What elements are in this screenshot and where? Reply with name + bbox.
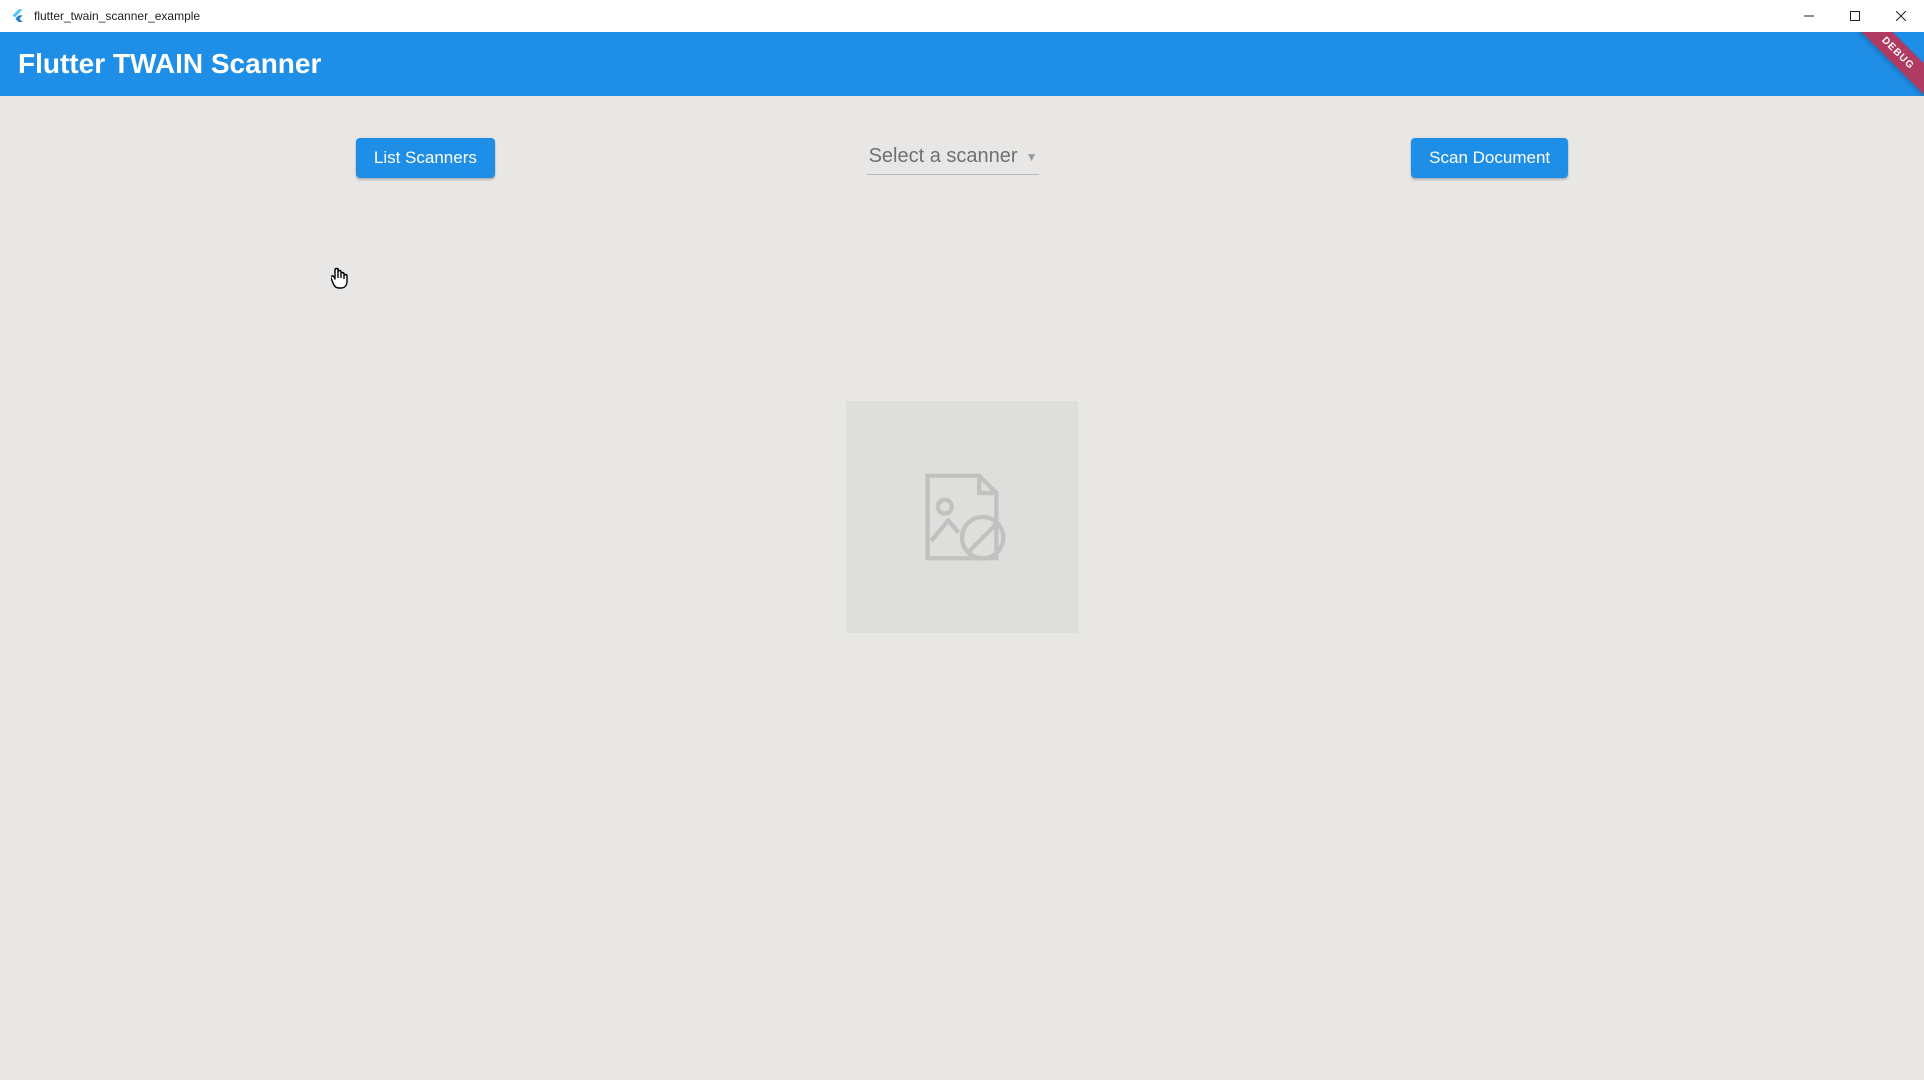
- scanner-dropdown[interactable]: Select a scanner ▼: [867, 141, 1040, 175]
- close-button[interactable]: [1878, 0, 1924, 32]
- broken-image-icon: [907, 462, 1017, 572]
- chevron-down-icon: ▼: [1026, 150, 1038, 164]
- image-placeholder: [846, 401, 1078, 633]
- app-bar-title: Flutter TWAIN Scanner: [18, 48, 321, 80]
- maximize-button[interactable]: [1832, 0, 1878, 32]
- flutter-logo-icon: [10, 8, 26, 24]
- window-controls: [1786, 0, 1924, 32]
- minimize-button[interactable]: [1786, 0, 1832, 32]
- toolbar-row: List Scanners Select a scanner ▼ Scan Do…: [0, 96, 1924, 178]
- title-bar: flutter_twain_scanner_example: [0, 0, 1924, 32]
- close-icon: [1896, 11, 1906, 21]
- minimize-icon: [1804, 11, 1814, 21]
- scanner-dropdown-placeholder: Select a scanner: [869, 145, 1018, 168]
- title-bar-left: flutter_twain_scanner_example: [10, 8, 200, 24]
- list-scanners-button[interactable]: List Scanners: [356, 138, 495, 178]
- app-bar: Flutter TWAIN Scanner DEBUG: [0, 32, 1924, 96]
- content-area: List Scanners Select a scanner ▼ Scan Do…: [0, 96, 1924, 1080]
- window-title: flutter_twain_scanner_example: [34, 9, 200, 23]
- debug-banner: DEBUG: [1848, 32, 1924, 96]
- scan-document-button[interactable]: Scan Document: [1411, 138, 1568, 178]
- maximize-icon: [1850, 11, 1860, 21]
- pointer-cursor-icon: [331, 266, 353, 292]
